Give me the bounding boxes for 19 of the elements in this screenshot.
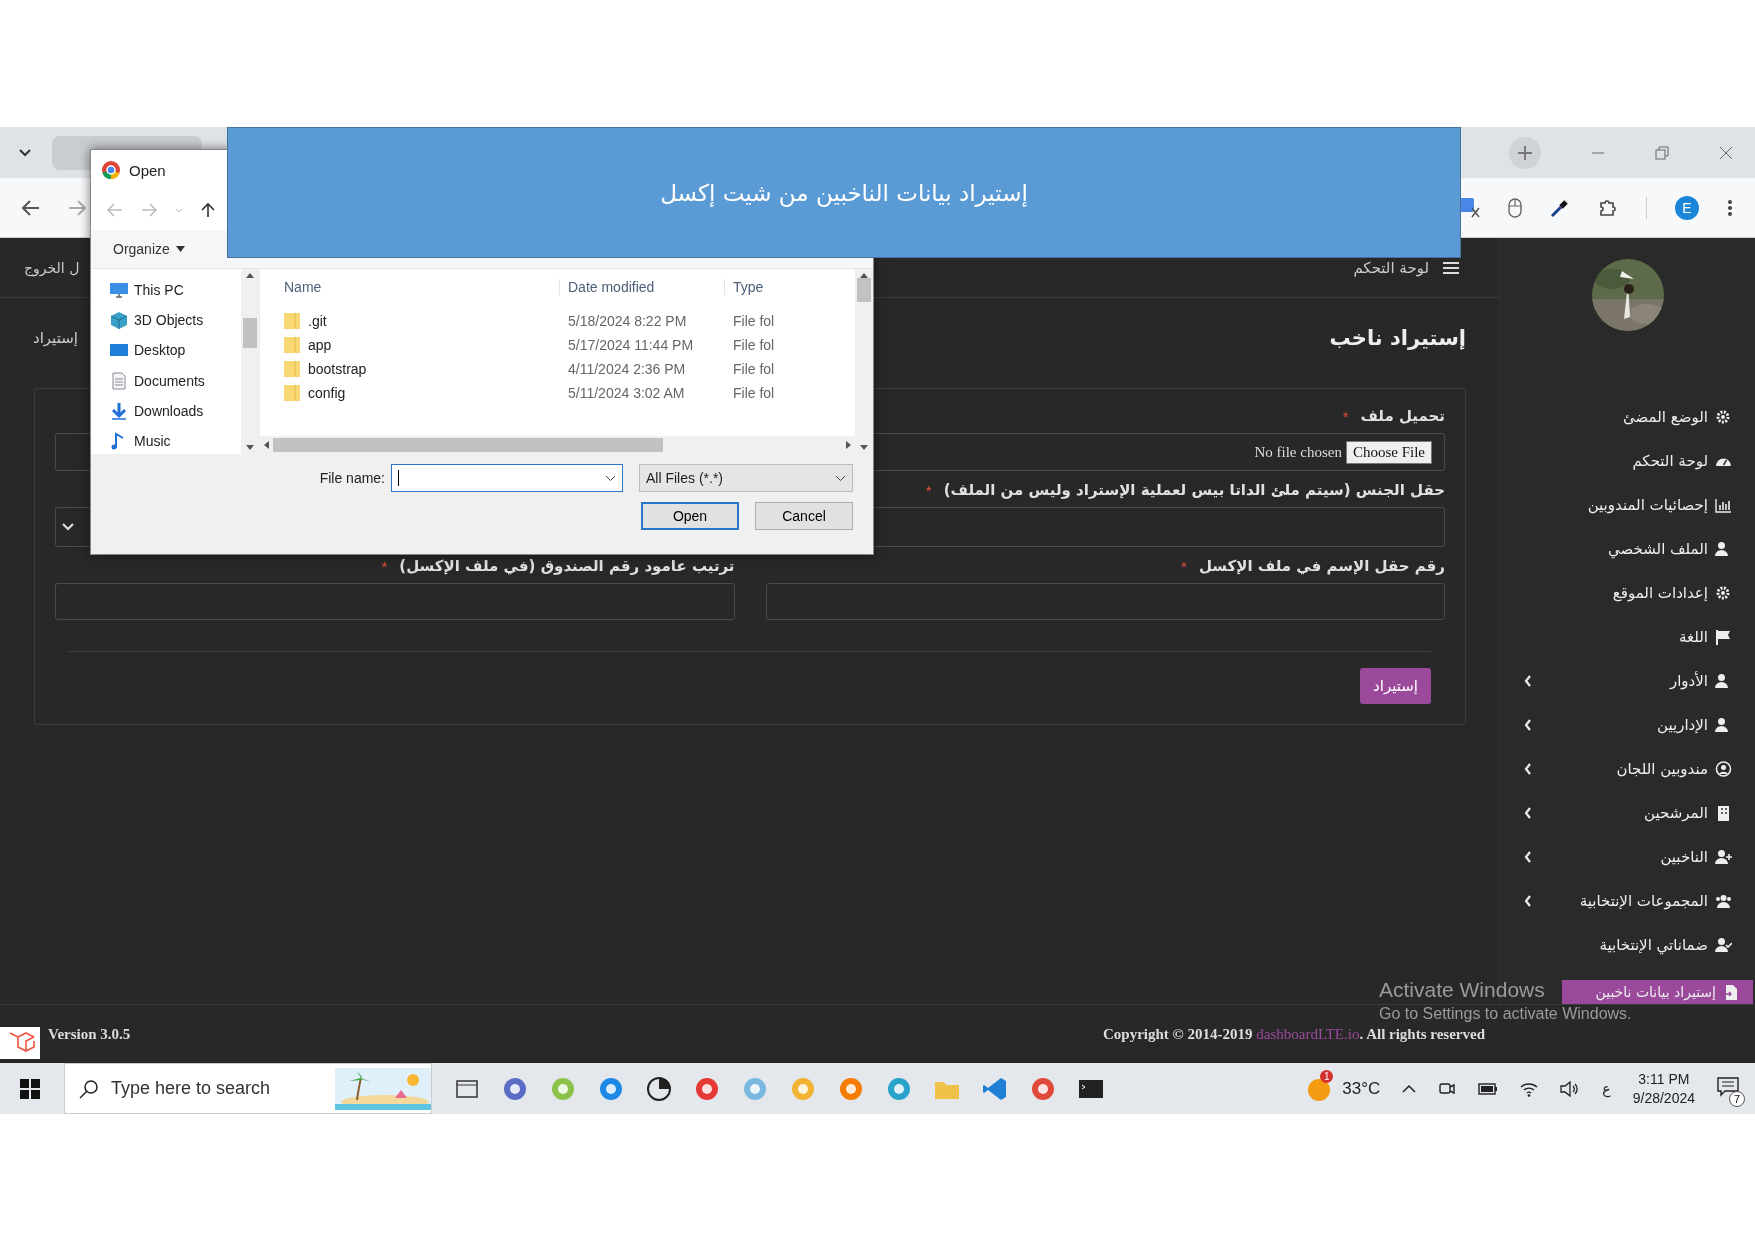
- file-name-label: File name:: [319, 470, 385, 486]
- required-mark: *: [1181, 557, 1187, 575]
- field-label: رقم حقل الإسم في ملف الإكسل: [1198, 557, 1445, 575]
- field-label: تحميل ملف: [1360, 407, 1445, 425]
- required-mark: *: [381, 557, 388, 575]
- required-mark: *: [925, 481, 932, 499]
- weather-badge: 1: [1320, 1069, 1334, 1083]
- field-label: ترتيب عامود رقم الصندوق (في ملف الإكسل): [399, 557, 735, 575]
- banner-title: إستيراد بيانات الناخبين من شيت إكسل: [660, 179, 1028, 206]
- file-status: No file chosen: [1254, 443, 1342, 461]
- activation-title: Activate Windows: [1379, 977, 1545, 1003]
- version-text: Version 3.0.5: [48, 1025, 131, 1043]
- notification-count: 7: [1729, 1090, 1745, 1107]
- dialog-title: Open: [129, 161, 166, 179]
- page-title: إستيراد ناخب: [1329, 326, 1466, 350]
- field-label: حقل الجنس (سيتم ملئ الداتا بيس لعملية الإستراد وليس من الملف): [943, 481, 1445, 499]
- required-mark: *: [1342, 407, 1349, 425]
- activation-text: Go to Settings to activate Windows.: [1379, 1005, 1632, 1023]
- copyright-text: Copyright © 2014-2019 dashboardLTE.io. All rights reserved: [1102, 1025, 1485, 1043]
